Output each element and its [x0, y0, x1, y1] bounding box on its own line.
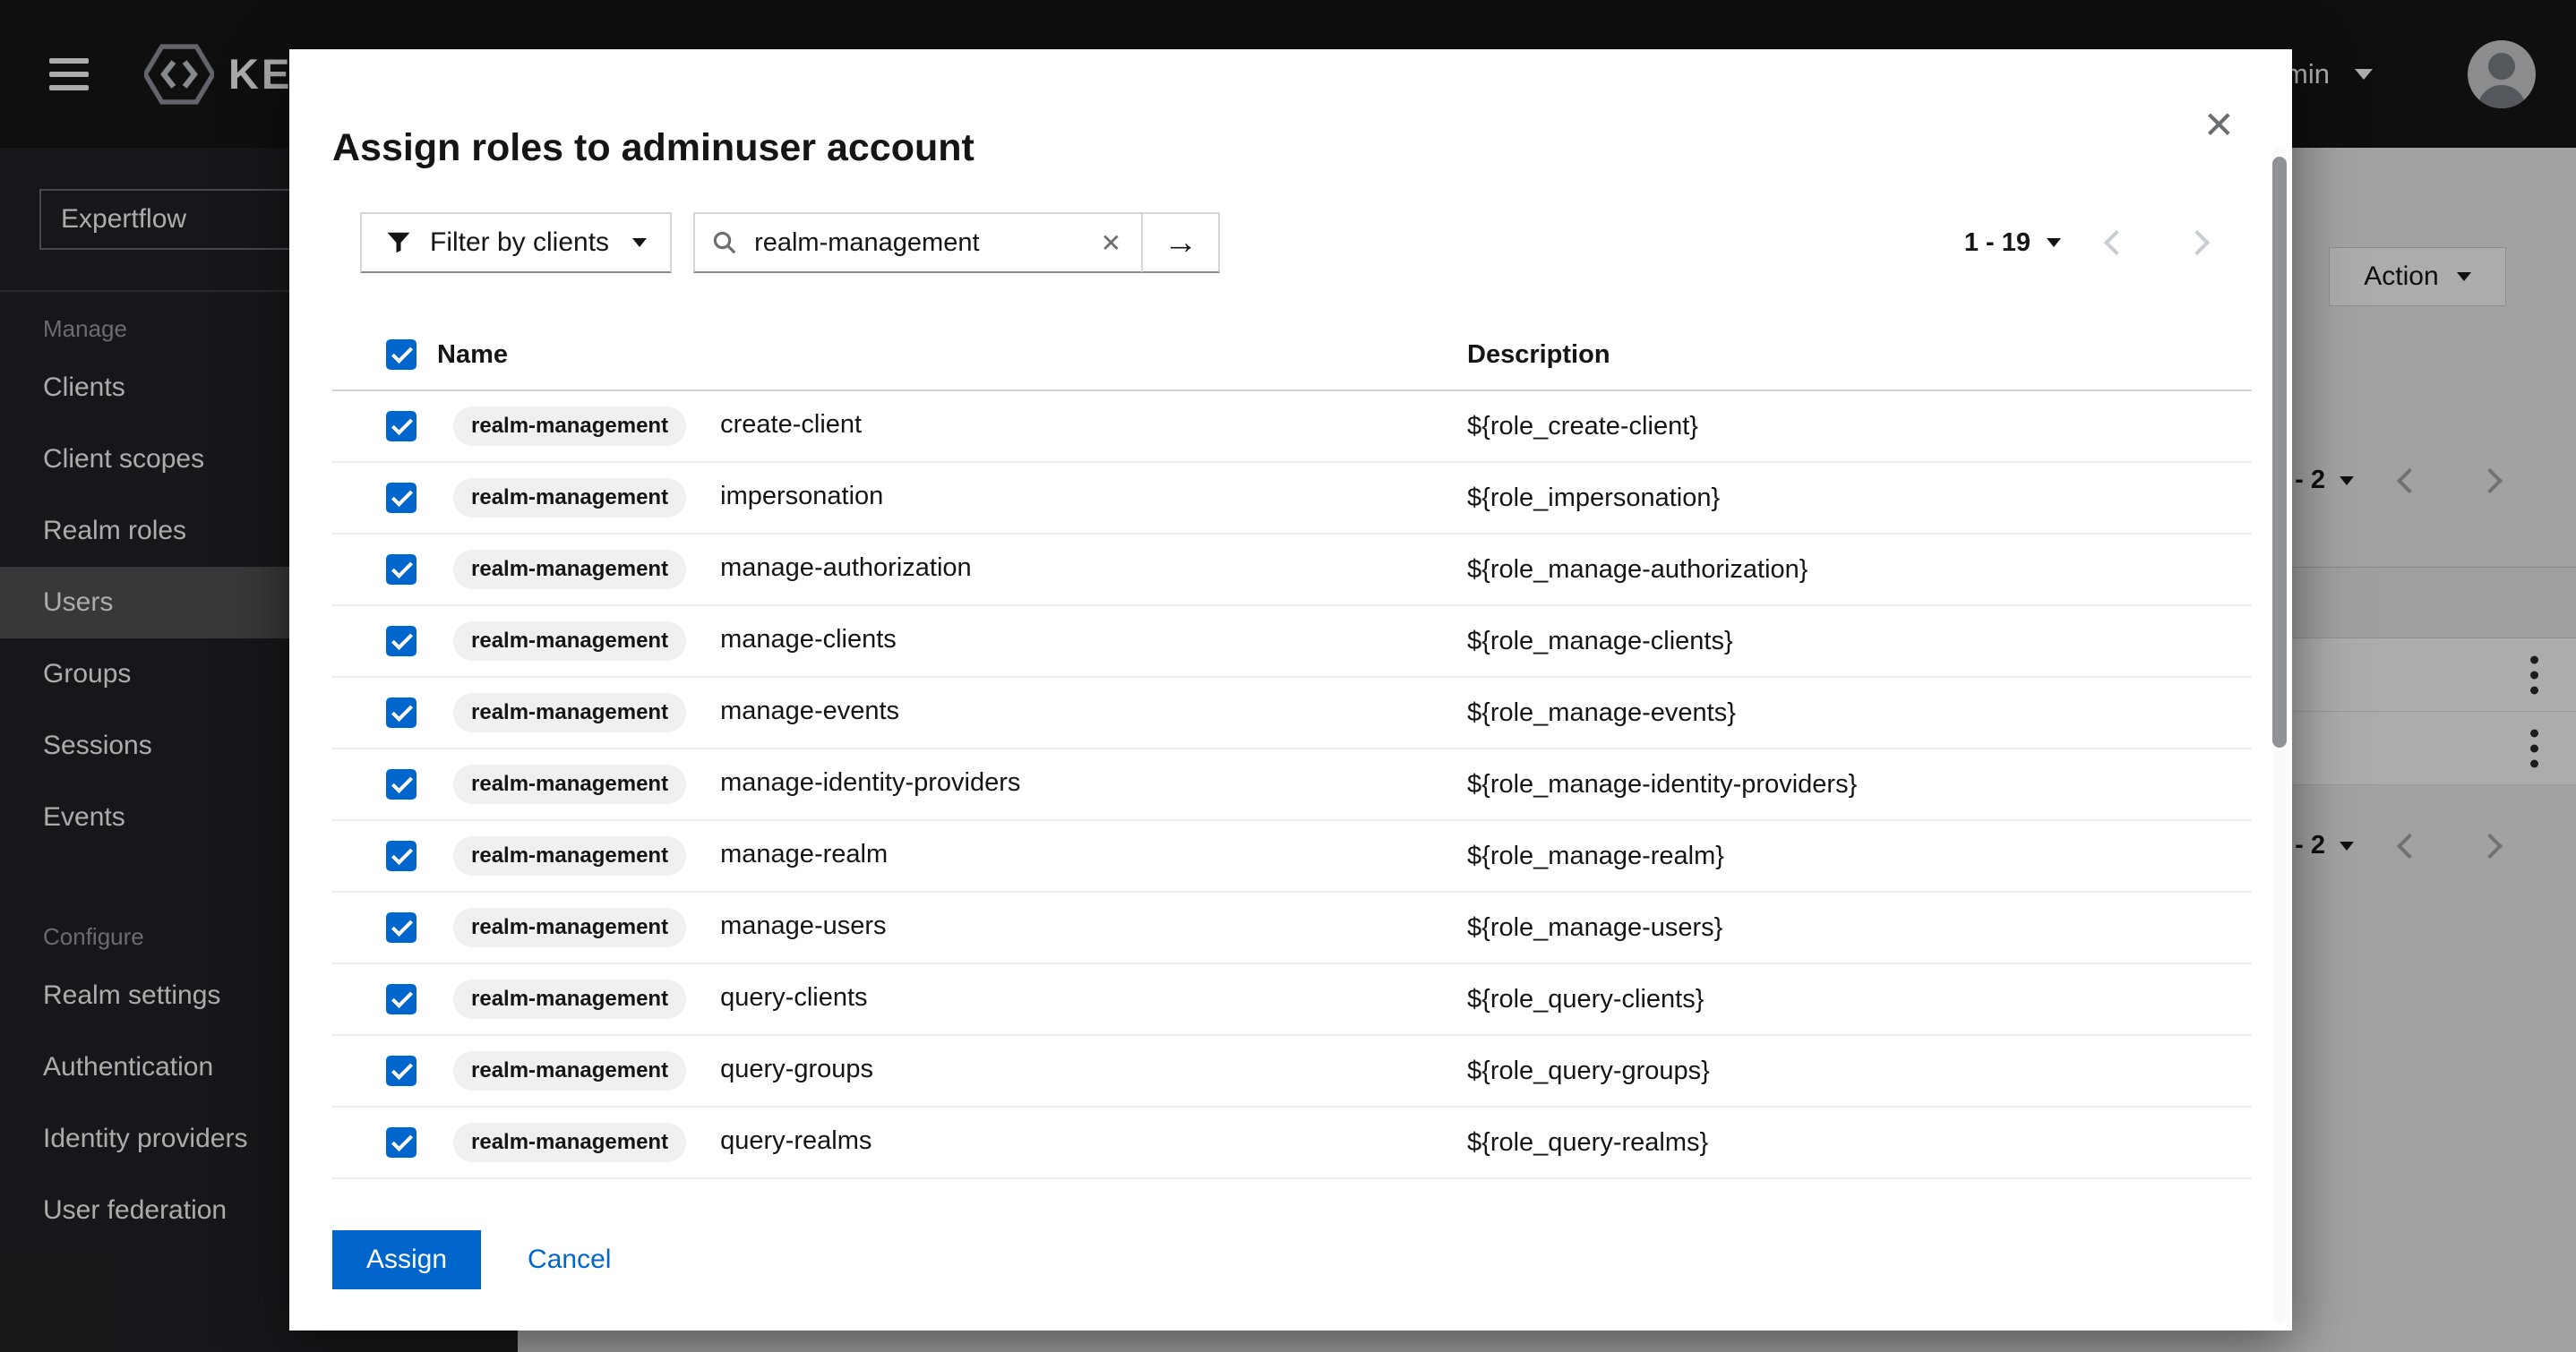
chevron-down-icon[interactable] — [2047, 238, 2061, 247]
row-checkbox[interactable] — [386, 554, 416, 585]
table-row: realm-management query-realms ${role_que… — [332, 1107, 2252, 1178]
role-description: ${role_manage-authorization} — [1467, 534, 2252, 605]
filter-icon — [385, 229, 412, 256]
assign-roles-modal: Assign roles to adminuser account ✕ Filt… — [289, 49, 2292, 1331]
role-description: ${role_create-client} — [1467, 390, 2252, 462]
table-row: realm-management manage-authorization ${… — [332, 534, 2252, 605]
client-badge: realm-management — [453, 693, 686, 732]
client-badge: realm-management — [453, 765, 686, 804]
role-name: impersonation — [720, 482, 883, 510]
search-input-group: ✕ — [693, 212, 1143, 273]
role-name: manage-clients — [720, 625, 897, 654]
modal-title: Assign roles to adminuser account — [332, 124, 2185, 171]
role-description: ${role_query-realms} — [1467, 1107, 2252, 1178]
role-description: ${role_manage-realm} — [1467, 820, 2252, 892]
role-description: ${role_query-clients} — [1467, 963, 2252, 1035]
table-row: realm-management manage-identity-provide… — [332, 749, 2252, 820]
role-name: manage-users — [720, 911, 886, 940]
pagination-prev-icon[interactable] — [2104, 230, 2129, 255]
table-row: realm-management query-groups ${role_que… — [332, 1035, 2252, 1107]
table-row: realm-management manage-clients ${role_m… — [332, 605, 2252, 677]
row-checkbox[interactable] — [386, 984, 416, 1014]
roles-table: Name Description realm-management create… — [332, 320, 2252, 1230]
pagination-next-icon[interactable] — [2185, 230, 2210, 255]
role-name: manage-authorization — [720, 553, 972, 582]
role-description: ${role_query-groups} — [1467, 1035, 2252, 1107]
row-checkbox[interactable] — [386, 841, 416, 871]
row-checkbox[interactable] — [386, 912, 416, 943]
client-badge: realm-management — [453, 980, 686, 1019]
table-row: realm-management manage-events ${role_ma… — [332, 677, 2252, 749]
pagination-range: 1 - 19 — [1964, 228, 2031, 258]
client-badge: realm-management — [453, 550, 686, 589]
chevron-down-icon — [632, 238, 647, 247]
search-icon — [711, 229, 738, 256]
close-icon[interactable]: ✕ — [2196, 99, 2242, 151]
role-name: manage-realm — [720, 840, 888, 869]
select-all-checkbox[interactable] — [386, 339, 416, 370]
clear-search-icon[interactable]: ✕ — [1097, 228, 1125, 258]
table-row: realm-management create-client ${role_cr… — [332, 390, 2252, 462]
row-checkbox[interactable] — [386, 769, 416, 800]
search-submit-button[interactable]: → — [1141, 212, 1220, 273]
client-badge: realm-management — [453, 1123, 686, 1162]
arrow-right-icon: → — [1163, 224, 1198, 262]
modal-footer: Assign Cancel — [289, 1230, 2292, 1331]
assign-button[interactable]: Assign — [332, 1230, 481, 1289]
filter-by-clients-dropdown[interactable]: Filter by clients — [360, 212, 672, 273]
row-checkbox[interactable] — [386, 697, 416, 728]
column-header-description: Description — [1467, 320, 2252, 390]
role-name: manage-identity-providers — [720, 768, 1020, 797]
modal-scrollbar[interactable] — [2272, 148, 2287, 1323]
client-badge: realm-management — [453, 836, 686, 876]
modal-header: Assign roles to adminuser account ✕ — [289, 49, 2292, 171]
role-description: ${role_manage-users} — [1467, 892, 2252, 963]
row-checkbox[interactable] — [386, 483, 416, 513]
filter-dropdown-label: Filter by clients — [430, 227, 609, 258]
cancel-button[interactable]: Cancel — [528, 1245, 611, 1275]
table-row: realm-management manage-realm ${role_man… — [332, 820, 2252, 892]
table-row: realm-management impersonation ${role_im… — [332, 462, 2252, 534]
scrollbar-thumb[interactable] — [2272, 157, 2287, 748]
role-name: query-groups — [720, 1055, 873, 1083]
role-name: query-clients — [720, 983, 867, 1012]
client-badge: realm-management — [453, 406, 686, 446]
table-header-row: Name Description — [332, 320, 2252, 390]
role-description: ${role_manage-clients} — [1467, 605, 2252, 677]
row-checkbox[interactable] — [386, 1127, 416, 1158]
role-description: ${role_manage-identity-providers} — [1467, 749, 2252, 820]
client-badge: realm-management — [453, 478, 686, 518]
client-badge: realm-management — [453, 908, 686, 947]
row-checkbox[interactable] — [386, 1056, 416, 1086]
role-name: manage-events — [720, 697, 899, 725]
modal-pagination: 1 - 19 — [1964, 228, 2211, 258]
role-description: ${role_manage-events} — [1467, 677, 2252, 749]
role-name: create-client — [720, 410, 862, 439]
client-badge: realm-management — [453, 621, 686, 661]
table-row: realm-management manage-users ${role_man… — [332, 892, 2252, 963]
table-row: realm-management query-clients ${role_qu… — [332, 963, 2252, 1035]
role-description: ${role_impersonation} — [1467, 462, 2252, 534]
modal-toolbar: Filter by clients ✕ → 1 - 19 — [360, 212, 2211, 273]
row-checkbox[interactable] — [386, 411, 416, 441]
column-header-name: Name — [437, 320, 1467, 390]
role-name: query-realms — [720, 1126, 872, 1155]
search-input[interactable] — [752, 227, 1083, 259]
client-badge: realm-management — [453, 1051, 686, 1091]
row-checkbox[interactable] — [386, 626, 416, 656]
